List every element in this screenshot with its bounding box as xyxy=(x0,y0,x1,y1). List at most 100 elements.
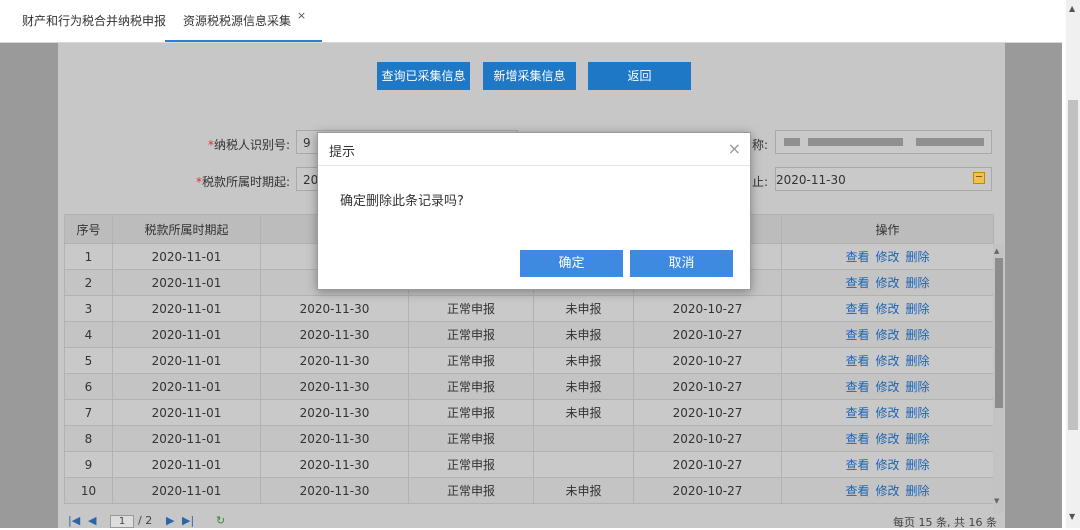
delete-link[interactable]: 删除 xyxy=(906,458,930,472)
delete-link[interactable]: 删除 xyxy=(906,328,930,342)
row-index: 4 xyxy=(64,321,113,348)
table-row: 4 2020-11-01 2020-11-30 正常申报 未申报 2020-10-27 查看… xyxy=(64,321,994,348)
prev-page-icon[interactable]: ◀ xyxy=(88,514,96,527)
row-declaration-type: 正常申报 xyxy=(408,295,534,322)
view-link[interactable]: 查看 xyxy=(845,250,869,264)
row-period-end: 2020-11-30 xyxy=(260,373,409,400)
tab-resource-tax-collection[interactable]: 资源税税源信息采集 × xyxy=(165,0,323,42)
page-number-input[interactable]: 1 xyxy=(110,515,134,528)
row-actions: 查看 修改 删除 xyxy=(781,477,994,504)
row-index: 6 xyxy=(64,373,113,400)
view-link[interactable]: 查看 xyxy=(845,380,869,394)
row-declaration-type: 正常申报 xyxy=(408,477,534,504)
edit-link[interactable]: 修改 xyxy=(875,354,899,368)
page-scroll-down-icon[interactable]: ▼ xyxy=(1069,512,1075,521)
delete-link[interactable]: 删除 xyxy=(906,302,930,316)
view-link[interactable]: 查看 xyxy=(845,276,869,290)
close-icon[interactable]: × xyxy=(728,139,741,158)
row-declaration-status: 未申报 xyxy=(533,399,634,426)
pagination-bar: |◀ ◀ 1 / 2 ▶ ▶| ↻ 每页 15 条, 共 16 条 xyxy=(58,513,1005,529)
delete-link[interactable]: 删除 xyxy=(906,354,930,368)
period-end-value: 2020-11-30 xyxy=(776,173,846,187)
taxpayer-name-label: 称: xyxy=(751,138,768,152)
edit-link[interactable]: 修改 xyxy=(875,484,899,498)
row-actions: 查看 修改 删除 xyxy=(781,347,994,374)
row-declaration-status: 未申报 xyxy=(533,373,634,400)
row-collection-date: 2020-10-27 xyxy=(633,295,782,322)
last-page-icon[interactable]: ▶| xyxy=(182,514,194,527)
first-page-icon[interactable]: |◀ xyxy=(68,514,80,527)
taxpayer-name-field[interactable] xyxy=(775,130,992,154)
table-row: 9 2020-11-01 2020-11-30 正常申报 2020-10-27 查看 修改删… xyxy=(64,451,994,478)
row-collection-date: 2020-10-27 xyxy=(633,321,782,348)
row-actions: 查看 修改 删除 xyxy=(781,425,994,452)
edit-link[interactable]: 修改 xyxy=(875,328,899,342)
col-header-actions: 操作 xyxy=(781,214,994,244)
row-index: 10 xyxy=(64,477,113,504)
row-actions: 查看 修改 删除 xyxy=(781,373,994,400)
row-period-start: 2020-11-01 xyxy=(112,347,261,374)
row-declaration-type: 正常申报 xyxy=(408,373,534,400)
row-period-end: 2020-11-30 xyxy=(260,425,409,452)
view-link[interactable]: 查看 xyxy=(845,406,869,420)
row-actions: 查看 修改 删除 xyxy=(781,295,994,322)
row-period-end: 2020-11-30 xyxy=(260,321,409,348)
row-declaration-type: 正常申报 xyxy=(408,347,534,374)
edit-link[interactable]: 修改 xyxy=(875,458,899,472)
page-scrollbar-thumb[interactable] xyxy=(1068,100,1078,430)
edit-link[interactable]: 修改 xyxy=(875,302,899,316)
delete-link[interactable]: 删除 xyxy=(906,484,930,498)
row-period-start: 2020-11-01 xyxy=(112,451,261,478)
period-end-field[interactable]: 2020-11-30 xyxy=(775,167,992,191)
back-button[interactable]: 返回 xyxy=(588,62,691,90)
view-link[interactable]: 查看 xyxy=(845,328,869,342)
next-page-icon[interactable]: ▶ xyxy=(166,514,174,527)
tab-close-icon[interactable]: × xyxy=(297,9,306,22)
scroll-up-icon[interactable]: ▲ xyxy=(994,247,999,255)
confirm-delete-dialog: 提示 × 确定删除此条记录吗? 确定 取消 xyxy=(317,132,751,290)
scroll-down-icon[interactable]: ▼ xyxy=(994,497,999,505)
view-link[interactable]: 查看 xyxy=(845,432,869,446)
delete-link[interactable]: 删除 xyxy=(906,250,930,264)
add-collection-button[interactable]: 新增采集信息 xyxy=(483,62,576,90)
table-row: 10 2020-11-01 2020-11-30 正常申报 未申报 2020-10-27 查… xyxy=(64,477,994,504)
row-declaration-type: 正常申报 xyxy=(408,321,534,348)
edit-link[interactable]: 修改 xyxy=(875,406,899,420)
page-scroll-up-icon[interactable]: ▲ xyxy=(1069,4,1075,13)
view-link[interactable]: 查看 xyxy=(845,458,869,472)
table-row: 6 2020-11-01 2020-11-30 正常申报 未申报 2020-10-27 查看… xyxy=(64,373,994,400)
table-row: 8 2020-11-01 2020-11-30 正常申报 2020-10-27 查看 修改删… xyxy=(64,425,994,452)
view-link[interactable]: 查看 xyxy=(845,302,869,316)
edit-link[interactable]: 修改 xyxy=(875,380,899,394)
tab-property-tax-declaration[interactable]: 财产和行为税合并纳税申报 xyxy=(22,0,166,42)
table-scrollbar-thumb[interactable] xyxy=(995,258,1003,408)
table-row: 7 2020-11-01 2020-11-30 正常申报 未申报 2020-10-27 查看… xyxy=(64,399,994,426)
dialog-message: 确定删除此条记录吗? xyxy=(340,194,464,209)
redacted-block xyxy=(808,138,903,146)
edit-link[interactable]: 修改 xyxy=(875,276,899,290)
refresh-icon[interactable]: ↻ xyxy=(216,514,225,527)
row-period-start: 2020-11-01 xyxy=(112,269,261,296)
query-collected-button[interactable]: 查询已采集信息 xyxy=(377,62,470,90)
calendar-icon[interactable] xyxy=(973,172,985,184)
view-link[interactable]: 查看 xyxy=(845,484,869,498)
row-period-end: 2020-11-30 xyxy=(260,451,409,478)
cancel-button[interactable]: 取消 xyxy=(630,250,733,277)
edit-link[interactable]: 修改 xyxy=(875,432,899,446)
delete-link[interactable]: 删除 xyxy=(906,276,930,290)
delete-link[interactable]: 删除 xyxy=(906,380,930,394)
confirm-button[interactable]: 确定 xyxy=(520,250,623,277)
row-period-end: 2020-11-30 xyxy=(260,295,409,322)
edit-link[interactable]: 修改 xyxy=(875,250,899,264)
row-index: 7 xyxy=(64,399,113,426)
taxpayer-id-label: *纳税人识别号: xyxy=(207,138,290,152)
period-end-label: 止: xyxy=(751,175,768,189)
row-declaration-type: 正常申报 xyxy=(408,399,534,426)
delete-link[interactable]: 删除 xyxy=(906,432,930,446)
delete-link[interactable]: 删除 xyxy=(906,406,930,420)
view-link[interactable]: 查看 xyxy=(845,354,869,368)
row-actions: 查看 修改 删除 xyxy=(781,269,994,296)
table-row: 5 2020-11-01 2020-11-30 正常申报 未申报 2020-10-27 查看… xyxy=(64,347,994,374)
tab-bar: 财产和行为税合并纳税申报 资源税税源信息采集 × xyxy=(0,0,1062,43)
row-period-start: 2020-11-01 xyxy=(112,243,261,270)
